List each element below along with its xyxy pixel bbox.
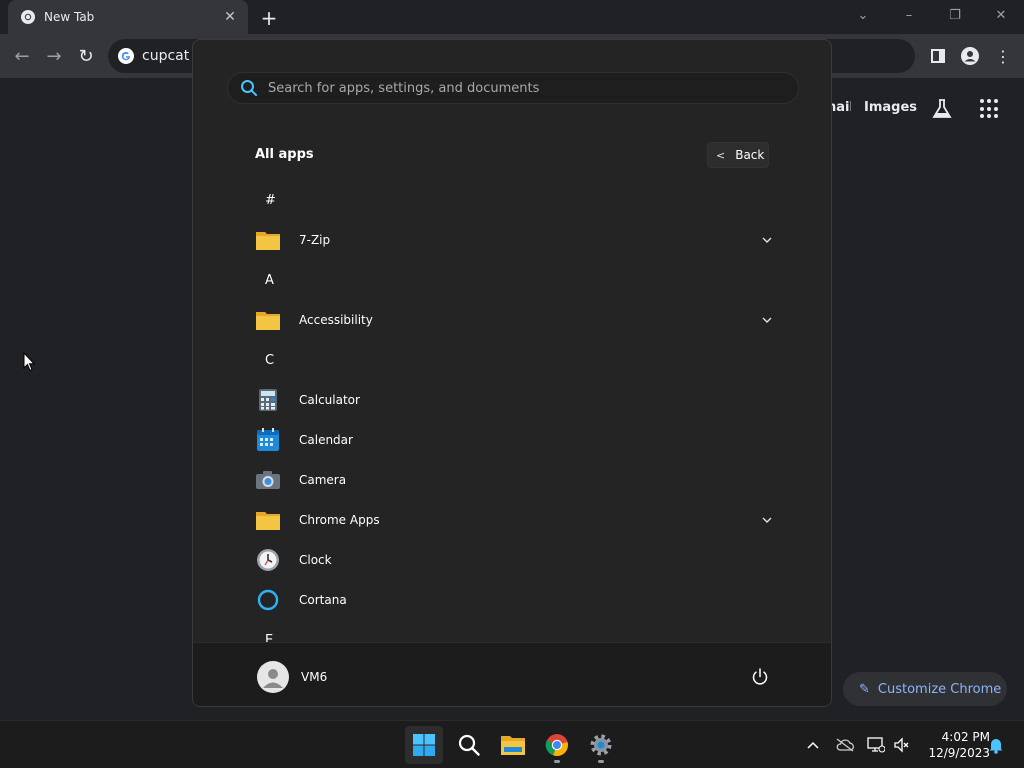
clock-icon	[255, 547, 281, 573]
pencil-icon: ✎	[859, 681, 870, 697]
clock-time: 4:02 PM	[941, 730, 990, 744]
google-apps-icon[interactable]	[980, 99, 1000, 119]
power-icon[interactable]	[750, 667, 770, 687]
chrome-icon	[545, 734, 568, 757]
app-cortana[interactable]: Cortana	[255, 580, 775, 620]
running-indicator	[554, 760, 560, 763]
app-accessibility[interactable]: Accessibility	[255, 300, 775, 340]
images-link[interactable]: Images	[864, 100, 917, 115]
calendar-icon	[255, 427, 281, 453]
taskbar-settings[interactable]	[582, 726, 620, 764]
close-window-icon[interactable]: ✕	[988, 4, 1014, 26]
back-label: Back	[735, 148, 765, 162]
all-apps-list: # 7-Zip A Accessibility C Calculator Cal…	[193, 180, 831, 643]
chrome-icon	[21, 10, 35, 24]
minimize-icon[interactable]: –	[896, 4, 922, 26]
search-placeholder: Search for apps, settings, and documents	[268, 80, 540, 96]
onedrive-icon[interactable]	[835, 735, 855, 755]
settings-icon	[590, 734, 612, 756]
side-panel-icon[interactable]	[928, 46, 948, 66]
folder-icon	[255, 507, 281, 533]
app-7zip[interactable]: 7-Zip	[255, 220, 775, 260]
camera-icon	[255, 467, 281, 493]
restore-icon[interactable]: ❐	[942, 4, 968, 26]
taskbar-file-explorer[interactable]	[494, 726, 532, 764]
tab-new-tab[interactable]: New Tab ✕	[8, 0, 248, 34]
profile-icon[interactable]	[960, 46, 980, 66]
calculator-icon	[255, 387, 281, 413]
section-letter-e[interactable]: E	[255, 620, 775, 643]
new-tab-button[interactable]: +	[258, 6, 280, 30]
tab-search-icon[interactable]: ⌄	[850, 4, 876, 26]
cortana-icon	[255, 587, 281, 613]
mouse-cursor-icon	[23, 352, 35, 372]
chevron-down-icon[interactable]	[759, 512, 775, 528]
google-icon	[118, 48, 134, 64]
labs-flask-icon[interactable]	[931, 98, 953, 120]
start-menu: Search for apps, settings, and documents…	[192, 39, 832, 707]
tab-title: New Tab	[44, 10, 95, 24]
back-button[interactable]: < Back	[707, 142, 769, 168]
customize-chrome-button[interactable]: ✎ Customize Chrome	[843, 672, 1007, 706]
taskbar: 4:02 PM 12/9/2023	[0, 720, 1024, 768]
network-icon[interactable]	[866, 735, 886, 755]
back-arrow-icon[interactable]: ←	[11, 45, 33, 67]
app-calendar[interactable]: Calendar	[255, 420, 775, 460]
running-indicator	[598, 760, 604, 763]
user-name[interactable]: VM6	[301, 670, 327, 684]
chevron-down-icon[interactable]	[759, 232, 775, 248]
show-hidden-icons-chevron-up-icon[interactable]	[803, 735, 823, 755]
start-menu-footer: VM6	[193, 642, 831, 706]
user-avatar[interactable]	[257, 661, 289, 693]
taskbar-clock[interactable]: 4:02 PM 12/9/2023	[920, 729, 990, 761]
taskbar-chrome[interactable]	[538, 726, 576, 764]
search-icon	[458, 734, 480, 756]
folder-icon	[255, 227, 281, 253]
notification-bell-icon[interactable]	[986, 735, 1006, 755]
tab-strip: New Tab ✕ + ⌄ – ❐ ✕	[0, 0, 1024, 34]
app-clock[interactable]: Clock	[255, 540, 775, 580]
taskbar-search-button[interactable]	[450, 726, 488, 764]
address-text: cupcat	[142, 48, 190, 64]
clock-date: 12/9/2023	[928, 746, 990, 760]
start-button[interactable]	[405, 726, 443, 764]
more-menu-icon[interactable]: ⋮	[993, 46, 1013, 66]
volume-muted-icon[interactable]	[892, 735, 912, 755]
start-search-box[interactable]: Search for apps, settings, and documents	[227, 72, 799, 104]
forward-arrow-icon[interactable]: →	[43, 45, 65, 67]
reload-icon[interactable]: ↻	[75, 45, 97, 67]
close-tab-icon[interactable]: ✕	[222, 9, 238, 25]
all-apps-title: All apps	[255, 147, 314, 162]
app-chrome-apps[interactable]: Chrome Apps	[255, 500, 775, 540]
section-letter-c[interactable]: C	[255, 340, 775, 380]
file-explorer-icon	[501, 736, 525, 755]
chevron-left-icon: <	[716, 148, 726, 162]
section-letter-a[interactable]: A	[255, 260, 775, 300]
app-camera[interactable]: Camera	[255, 460, 775, 500]
start-icon	[413, 734, 435, 756]
chevron-down-icon[interactable]	[759, 312, 775, 328]
folder-icon	[255, 307, 281, 333]
search-icon	[241, 80, 257, 96]
app-calculator[interactable]: Calculator	[255, 380, 775, 420]
customize-chrome-label: Customize Chrome	[877, 681, 1002, 697]
section-letter-hash[interactable]: #	[255, 180, 775, 220]
